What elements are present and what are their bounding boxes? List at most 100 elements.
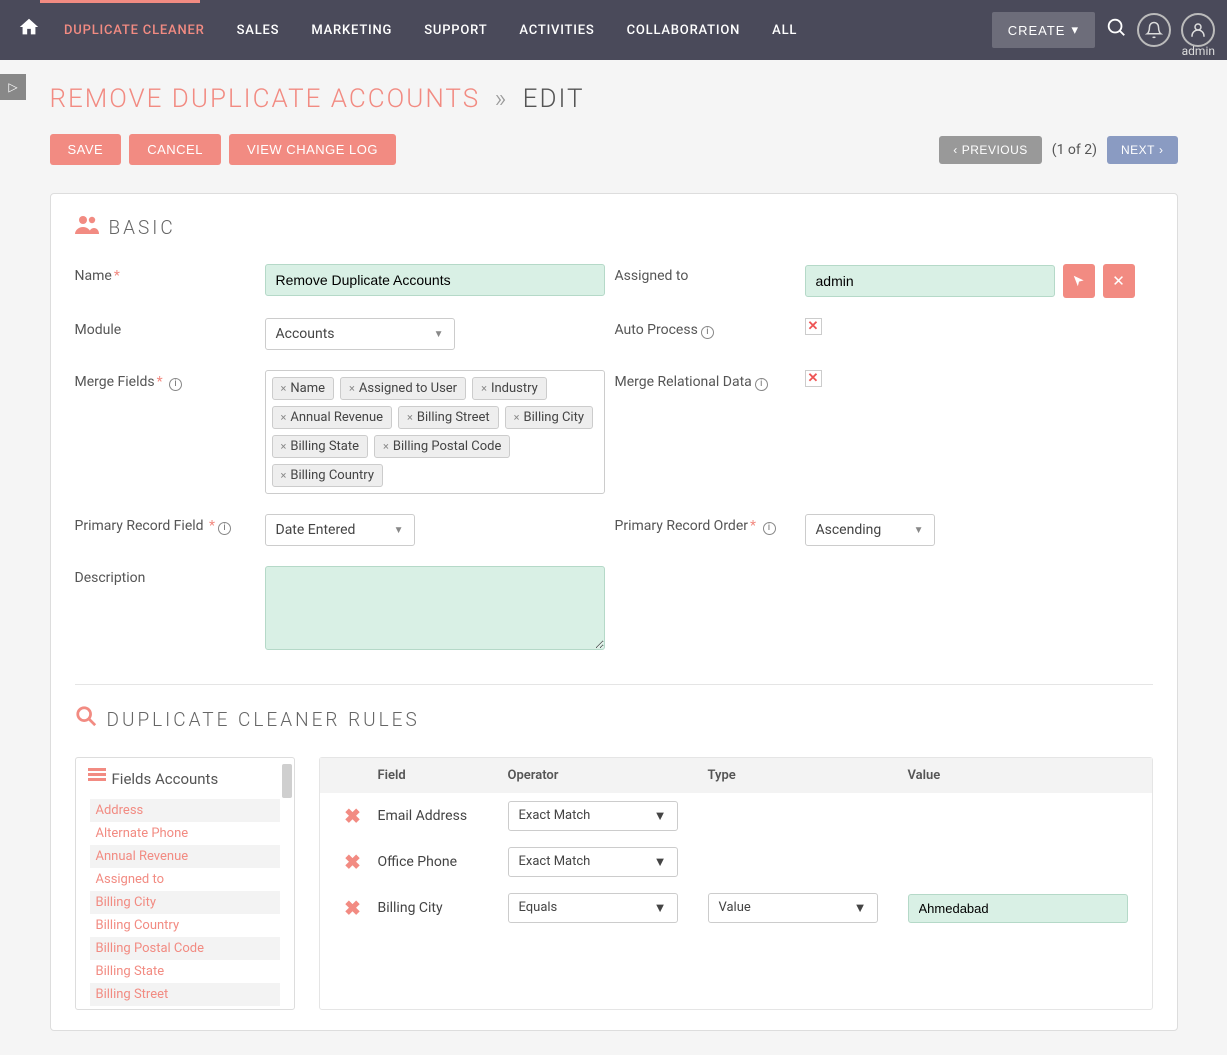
nav-marketing[interactable]: MARKETING — [297, 5, 406, 56]
home-icon[interactable] — [12, 10, 46, 50]
assigned-to-clear-button[interactable]: ✕ — [1103, 264, 1135, 298]
info-icon[interactable]: i — [755, 378, 768, 391]
field-list-item[interactable]: Billing Postal Code — [90, 937, 280, 960]
nav-duplicate-cleaner[interactable]: DUPLICATE CLEANER — [50, 5, 219, 56]
merge-relational-checkbox[interactable]: ✕ — [805, 370, 822, 387]
remove-tag-icon[interactable]: × — [281, 440, 287, 453]
page-title: REMOVE DUPLICATE ACCOUNTS » EDIT — [50, 84, 1178, 114]
delete-rule-icon[interactable]: ✖ — [328, 896, 378, 920]
rule-row: ✖Email AddressExact Match▼ — [320, 793, 1152, 839]
next-button[interactable]: NEXT › — [1107, 136, 1178, 164]
merge-tag[interactable]: ×Industry — [472, 377, 547, 400]
merge-tag[interactable]: ×Billing Postal Code — [374, 435, 510, 458]
list-icon — [88, 768, 106, 789]
create-label: CREATE — [1008, 23, 1066, 38]
info-icon[interactable]: i — [763, 522, 776, 535]
accent-bar — [40, 0, 200, 3]
name-input[interactable] — [265, 264, 605, 296]
merge-fields-input[interactable]: ×Name×Assigned to User ×Industry ×Annual R… — [265, 370, 605, 494]
info-icon[interactable]: i — [169, 378, 182, 391]
cancel-button[interactable]: CANCEL — [129, 134, 221, 165]
delete-rule-icon[interactable]: ✖ — [328, 804, 378, 828]
expand-sidebar-icon[interactable]: ▷ — [0, 74, 26, 100]
merge-tag[interactable]: ×Billing State — [272, 435, 369, 458]
nav-collaboration[interactable]: COLLABORATION — [613, 5, 755, 56]
auto-process-checkbox[interactable]: ✕ — [805, 318, 822, 335]
nav-support[interactable]: SUPPORT — [410, 5, 501, 56]
title-mode: EDIT — [523, 84, 585, 114]
remove-tag-icon[interactable]: × — [407, 411, 413, 424]
save-button[interactable]: SAVE — [50, 134, 122, 165]
rule-operator-select[interactable]: Exact Match▼ — [508, 801, 678, 831]
remove-tag-icon[interactable]: × — [281, 382, 287, 395]
rules-title: DUPLICATE CLEANER RULES — [107, 708, 420, 731]
chevron-left-icon: ‹ — [953, 143, 958, 157]
field-list-item[interactable]: Assigned to — [90, 868, 280, 891]
field-list-item[interactable]: Billing City — [90, 891, 280, 914]
nav-activities[interactable]: ACTIVITIES — [505, 5, 608, 56]
caret-down-icon: ▾ — [1071, 22, 1079, 38]
delete-rule-icon[interactable]: ✖ — [328, 850, 378, 874]
rules-table: Field Operator Type Value ✖Email Address… — [319, 757, 1153, 1010]
primary-order-select[interactable]: Ascending▼ — [805, 514, 935, 546]
assigned-to-input[interactable] — [805, 265, 1055, 297]
assigned-to-select-button[interactable] — [1063, 264, 1095, 298]
merge-tag[interactable]: ×Billing City — [505, 406, 593, 429]
info-icon[interactable]: i — [701, 326, 714, 339]
pager-info: (1 of 2) — [1052, 142, 1097, 158]
primary-field-select[interactable]: Date Entered▼ — [265, 514, 415, 546]
search-icon — [75, 705, 97, 733]
create-button[interactable]: CREATE ▾ — [992, 12, 1095, 48]
rule-operator-select[interactable]: Exact Match▼ — [508, 847, 678, 877]
action-row: SAVE CANCEL VIEW CHANGE LOG ‹ PREVIOUS (… — [50, 134, 1178, 165]
rule-field-label: Billing City — [378, 900, 508, 916]
title-record-name: REMOVE DUPLICATE ACCOUNTS — [50, 84, 481, 114]
search-icon[interactable] — [1105, 16, 1127, 44]
merge-tag[interactable]: ×Assigned to User — [340, 377, 466, 400]
merge-tag[interactable]: ×Annual Revenue — [272, 406, 393, 429]
merge-tag[interactable]: ×Billing Street — [398, 406, 499, 429]
col-operator: Operator — [508, 768, 708, 783]
field-list-item[interactable]: Alternate Phone — [90, 822, 280, 845]
remove-tag-icon[interactable]: × — [281, 411, 287, 424]
name-label: Name* — [75, 264, 255, 284]
edit-panel: BASIC Name* Assigned to ✕ Module Account… — [50, 193, 1178, 1031]
fields-panel-title: Fields Accounts — [112, 770, 219, 788]
rule-row: ✖Office PhoneExact Match▼ — [320, 839, 1152, 885]
field-list-item[interactable]: Billing Street — [90, 983, 280, 1006]
merge-relational-label: Merge Relational Datai — [615, 370, 795, 391]
remove-tag-icon[interactable]: × — [281, 469, 287, 482]
rule-value-input[interactable] — [908, 894, 1128, 923]
module-label: Module — [75, 318, 255, 338]
user-icon[interactable] — [1181, 13, 1215, 47]
view-changelog-button[interactable]: VIEW CHANGE LOG — [229, 134, 396, 165]
scrollbar[interactable] — [282, 764, 292, 798]
rule-operator-select[interactable]: Equals▼ — [508, 893, 678, 923]
rule-type-select[interactable]: Value▼ — [708, 893, 878, 923]
field-list-item[interactable]: Annual Revenue — [90, 845, 280, 868]
rule-field-label: Email Address — [378, 808, 508, 824]
nav-sales[interactable]: SALES — [223, 5, 294, 56]
field-list-item[interactable]: Address — [90, 799, 280, 822]
previous-label: PREVIOUS — [962, 143, 1028, 157]
merge-tag[interactable]: ×Name — [272, 377, 335, 400]
merge-fields-label: Merge Fields* i — [75, 370, 255, 391]
remove-tag-icon[interactable]: × — [481, 382, 487, 395]
merge-tag[interactable]: ×Billing Country — [272, 464, 383, 487]
remove-tag-icon[interactable]: × — [383, 440, 389, 453]
nav-all[interactable]: ALL — [758, 5, 811, 56]
col-field: Field — [378, 768, 508, 783]
field-list-item[interactable]: Billing State — [90, 960, 280, 983]
field-list-item[interactable]: Billing Country — [90, 914, 280, 937]
module-select[interactable]: Accounts▼ — [265, 318, 455, 350]
notifications-icon[interactable] — [1137, 13, 1171, 47]
assigned-to-label: Assigned to — [615, 264, 795, 284]
previous-button[interactable]: ‹ PREVIOUS — [939, 136, 1042, 164]
description-input[interactable] — [265, 566, 605, 650]
fields-accounts-panel: Fields Accounts AddressAlternate PhoneAn… — [75, 757, 295, 1010]
people-icon — [75, 214, 99, 240]
info-icon[interactable]: i — [218, 522, 231, 535]
rule-row: ✖Billing CityEquals▼ Value▼ — [320, 885, 1152, 931]
remove-tag-icon[interactable]: × — [514, 411, 520, 424]
remove-tag-icon[interactable]: × — [349, 382, 355, 395]
